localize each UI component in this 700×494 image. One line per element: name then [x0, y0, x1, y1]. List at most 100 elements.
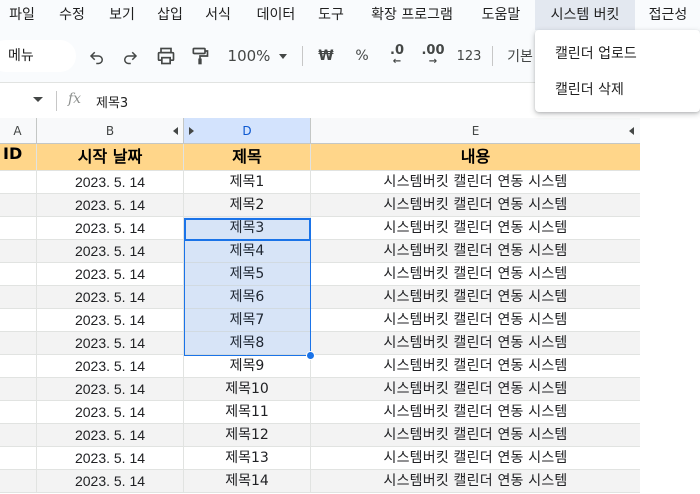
header-start-date[interactable]: 시작 날짜: [37, 144, 184, 171]
menu-system-bucket[interactable]: 시스템 버킷: [535, 0, 635, 30]
cell-title[interactable]: 제목10: [184, 378, 311, 401]
cell-title[interactable]: 제목4: [184, 240, 311, 263]
header-content[interactable]: 내용: [311, 144, 641, 171]
font-select[interactable]: 기본: [502, 42, 538, 70]
cell-id[interactable]: [0, 240, 37, 263]
menu-search-input[interactable]: 메뉴: [0, 40, 76, 72]
menu-data[interactable]: 데이터: [248, 0, 304, 30]
cell-content[interactable]: 시스템버킷 캘린더 연동 시스템: [311, 263, 641, 286]
cell-title[interactable]: 제목3: [184, 217, 311, 240]
cell-title[interactable]: 제목6: [184, 286, 311, 309]
cell-start-date[interactable]: 2023. 5. 14: [37, 355, 184, 378]
cell-id[interactable]: [0, 447, 37, 470]
hidden-columns-left-icon[interactable]: [173, 127, 178, 135]
cell-content[interactable]: 시스템버킷 캘린더 연동 시스템: [311, 194, 641, 217]
cell-content[interactable]: 시스템버킷 캘린더 연동 시스템: [311, 332, 641, 355]
cell-start-date[interactable]: 2023. 5. 14: [37, 171, 184, 194]
number-format-button[interactable]: 123: [456, 42, 482, 70]
cell-id[interactable]: [0, 424, 37, 447]
name-box-dropdown-icon[interactable]: [33, 97, 43, 102]
cell-id[interactable]: [0, 378, 37, 401]
currency-format-button[interactable]: ₩: [314, 42, 338, 70]
percent-format-button[interactable]: %: [350, 42, 374, 70]
cell-id[interactable]: [0, 286, 37, 309]
toolbar-divider: [492, 46, 493, 66]
column-header-a[interactable]: A: [0, 118, 37, 144]
column-header-d[interactable]: D: [184, 118, 311, 144]
scroll-left-icon[interactable]: [629, 127, 634, 135]
cell-start-date[interactable]: 2023. 5. 14: [37, 401, 184, 424]
paint-format-button[interactable]: [188, 42, 212, 70]
cell-start-date[interactable]: 2023. 5. 14: [37, 217, 184, 240]
cell-id[interactable]: [0, 217, 37, 240]
cell-content[interactable]: 시스템버킷 캘린더 연동 시스템: [311, 378, 641, 401]
cell-id[interactable]: [0, 401, 37, 424]
cell-id[interactable]: [0, 355, 37, 378]
formula-input[interactable]: 제목3: [96, 92, 128, 111]
cell-content[interactable]: 시스템버킷 캘린더 연동 시스템: [311, 424, 641, 447]
cell-title[interactable]: 제목9: [184, 355, 311, 378]
header-title[interactable]: 제목: [184, 144, 311, 171]
cell-start-date[interactable]: 2023. 5. 14: [37, 194, 184, 217]
cell-start-date[interactable]: 2023. 5. 14: [37, 240, 184, 263]
menu-extensions[interactable]: 확장 프로그램: [358, 0, 466, 30]
cell-title[interactable]: 제목2: [184, 194, 311, 217]
table-row: 2023. 5. 14 제목8 시스템버킷 캘린더 연동 시스템: [0, 332, 641, 355]
cell-content[interactable]: 시스템버킷 캘린더 연동 시스템: [311, 240, 641, 263]
cell-start-date[interactable]: 2023. 5. 14: [37, 447, 184, 470]
column-header-b[interactable]: B: [37, 118, 184, 144]
column-header-e[interactable]: E: [311, 118, 641, 144]
header-id[interactable]: ID: [0, 144, 37, 171]
increase-decimal-button[interactable]: .00 →: [418, 42, 448, 70]
cell-content[interactable]: 시스템버킷 캘린더 연동 시스템: [311, 217, 641, 240]
cell-title[interactable]: 제목7: [184, 309, 311, 332]
cell-title[interactable]: 제목13: [184, 447, 311, 470]
zoom-dropdown[interactable]: [276, 42, 290, 70]
menu-accessibility[interactable]: 접근성: [640, 0, 696, 30]
print-button[interactable]: [154, 42, 178, 70]
menu-format[interactable]: 서식: [196, 0, 240, 30]
menu-file[interactable]: 파일: [2, 0, 42, 30]
cell-id[interactable]: [0, 470, 37, 493]
menu-help[interactable]: 도움말: [472, 0, 530, 30]
cell-id[interactable]: [0, 309, 37, 332]
menu-tools[interactable]: 도구: [310, 0, 352, 30]
cell-start-date[interactable]: 2023. 5. 14: [37, 378, 184, 401]
menu-view[interactable]: 보기: [100, 0, 144, 30]
cell-content[interactable]: 시스템버킷 캘린더 연동 시스템: [311, 286, 641, 309]
undo-icon: [89, 51, 103, 65]
cell-start-date[interactable]: 2023. 5. 14: [37, 286, 184, 309]
menu-item-calendar-delete[interactable]: 캘린더 삭제: [535, 72, 700, 108]
cell-start-date[interactable]: 2023. 5. 14: [37, 424, 184, 447]
cell-content[interactable]: 시스템버킷 캘린더 연동 시스템: [311, 355, 641, 378]
table-row: 2023. 5. 14 제목7 시스템버킷 캘린더 연동 시스템: [0, 309, 641, 332]
cell-title[interactable]: 제목8: [184, 332, 311, 355]
undo-button[interactable]: [85, 42, 109, 70]
cell-title[interactable]: 제목1: [184, 171, 311, 194]
menu-item-calendar-upload[interactable]: 캘린더 업로드: [535, 36, 700, 72]
cell-id[interactable]: [0, 263, 37, 286]
cell-content[interactable]: 시스템버킷 캘린더 연동 시스템: [311, 171, 641, 194]
hidden-columns-right-icon[interactable]: [189, 127, 194, 135]
cell-content[interactable]: 시스템버킷 캘린더 연동 시스템: [311, 470, 641, 493]
decrease-decimal-button[interactable]: .0 ←: [384, 42, 410, 70]
cell-start-date[interactable]: 2023. 5. 14: [37, 470, 184, 493]
cell-id[interactable]: [0, 171, 37, 194]
cell-start-date[interactable]: 2023. 5. 14: [37, 263, 184, 286]
cell-title[interactable]: 제목5: [184, 263, 311, 286]
menu-edit[interactable]: 수정: [50, 0, 94, 30]
fill-handle[interactable]: [306, 351, 315, 360]
cell-title[interactable]: 제목12: [184, 424, 311, 447]
cell-content[interactable]: 시스템버킷 캘린더 연동 시스템: [311, 447, 641, 470]
cell-title[interactable]: 제목11: [184, 401, 311, 424]
cell-start-date[interactable]: 2023. 5. 14: [37, 332, 184, 355]
cell-content[interactable]: 시스템버킷 캘린더 연동 시스템: [311, 401, 641, 424]
cell-title[interactable]: 제목14: [184, 470, 311, 493]
cell-id[interactable]: [0, 332, 37, 355]
menu-insert[interactable]: 삽입: [150, 0, 190, 30]
zoom-select[interactable]: 100%: [224, 42, 274, 70]
cell-content[interactable]: 시스템버킷 캘린더 연동 시스템: [311, 309, 641, 332]
cell-id[interactable]: [0, 194, 37, 217]
cell-start-date[interactable]: 2023. 5. 14: [37, 309, 184, 332]
redo-button[interactable]: [118, 42, 142, 70]
